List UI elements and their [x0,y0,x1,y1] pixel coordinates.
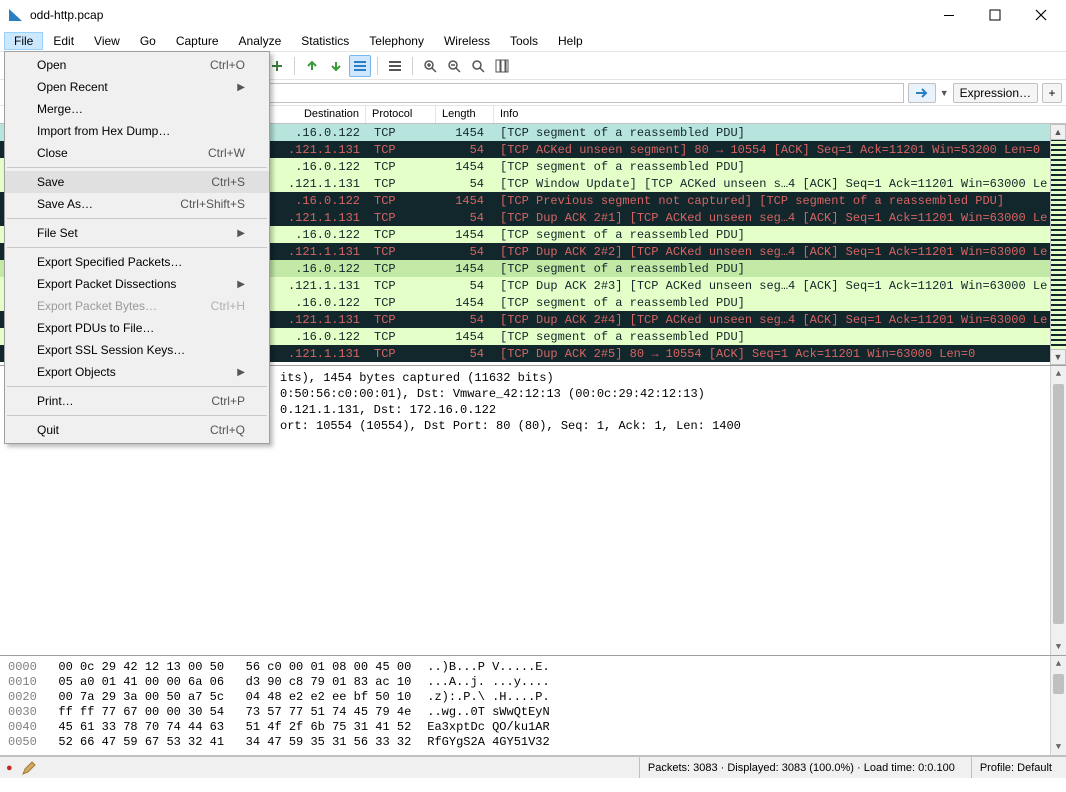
maximize-button[interactable] [972,0,1018,30]
menu-go[interactable]: Go [130,32,166,50]
toolbar-first-icon[interactable] [301,55,323,77]
status-profile[interactable]: Profile: Default [971,757,1060,778]
bytes-scrollbar[interactable]: ▲ ▼ [1050,656,1066,755]
filter-dropdown-icon[interactable]: ▼ [940,88,949,98]
menu-item-quit[interactable]: QuitCtrl+Q [5,419,269,441]
toolbar-last-icon[interactable] [325,55,347,77]
expression-label: Expression… [960,86,1031,100]
hex-line[interactable]: 0010 05 a0 01 41 00 00 6a 06 d3 90 c8 79… [8,675,1058,690]
add-filter-button[interactable]: + [1042,83,1062,103]
menu-item-export-ssl-session-keys[interactable]: Export SSL Session Keys… [5,339,269,361]
menu-separator [7,247,267,248]
menu-separator [7,218,267,219]
detail-line: its), 1454 bytes captured (11632 bits) [280,370,1058,386]
menu-item-save-as[interactable]: Save As…Ctrl+Shift+S [5,193,269,215]
col-length[interactable]: Length [436,106,494,123]
detail-line: 0:50:56:c0:00:01), Dst: Vmware_42:12:13 … [280,386,1058,402]
menu-capture[interactable]: Capture [166,32,229,50]
menu-wireless[interactable]: Wireless [434,32,500,50]
toolbar-resize-columns-icon[interactable] [491,55,513,77]
toolbar-zoom-reset-icon[interactable] [467,55,489,77]
toolbar-separator [294,57,295,75]
menu-item-export-pdus-to-file[interactable]: Export PDUs to File… [5,317,269,339]
capture-indicator-icon[interactable]: ● [6,762,13,774]
filter-apply-icon[interactable] [908,83,936,103]
menubar: File Edit View Go Capture Analyze Statis… [0,30,1066,52]
packet-bytes-pane[interactable]: 0000 00 0c 29 42 12 13 00 50 56 c0 00 01… [0,656,1066,756]
toolbar-zoom-in-icon[interactable] [419,55,441,77]
menu-item-file-set[interactable]: File Set▶ [5,222,269,244]
expression-button[interactable]: Expression… [953,83,1038,103]
menu-item-merge[interactable]: Merge… [5,98,269,120]
hex-line[interactable]: 0050 52 66 47 59 67 53 32 41 34 47 59 35… [8,735,1058,750]
hex-line[interactable]: 0020 00 7a 29 3a 00 50 a7 5c 04 48 e2 e2… [8,690,1058,705]
menu-separator [7,415,267,416]
menu-item-export-objects[interactable]: Export Objects▶ [5,361,269,383]
menu-item-save[interactable]: SaveCtrl+S [5,171,269,193]
packet-minimap[interactable] [1050,124,1066,365]
toolbar-separator [412,57,413,75]
menu-item-open-recent[interactable]: Open Recent▶ [5,76,269,98]
menu-telephony[interactable]: Telephony [359,32,434,50]
menu-item-import-from-hex-dump[interactable]: Import from Hex Dump… [5,120,269,142]
menu-item-export-packet-dissections[interactable]: Export Packet Dissections▶ [5,273,269,295]
menu-statistics[interactable]: Statistics [291,32,359,50]
menu-help[interactable]: Help [548,32,593,50]
hex-line[interactable]: 0000 00 0c 29 42 12 13 00 50 56 c0 00 01… [8,660,1058,675]
menu-separator [7,167,267,168]
detail-line: ort: 10554 (10554), Dst Port: 80 (80), S… [280,418,1058,434]
file-menu-dropdown: OpenCtrl+OOpen Recent▶Merge…Import from … [4,51,270,444]
details-scrollbar[interactable]: ▲ ▼ [1050,366,1066,655]
menu-view[interactable]: View [84,32,130,50]
hex-line[interactable]: 0040 45 61 33 78 70 74 44 63 51 4f 2f 6b… [8,720,1058,735]
hex-line[interactable]: 0030 ff ff 77 67 00 00 30 54 73 57 77 51… [8,705,1058,720]
edit-icon[interactable] [21,760,37,776]
menu-item-close[interactable]: CloseCtrl+W [5,142,269,164]
col-info[interactable]: Info [494,106,1066,123]
col-protocol[interactable]: Protocol [366,106,436,123]
status-packets: Packets: 3083 · Displayed: 3083 (100.0%)… [639,757,963,778]
toolbar-zoom-out-icon[interactable] [443,55,465,77]
menu-edit[interactable]: Edit [43,32,84,50]
toolbar-autoscroll-icon[interactable] [349,55,371,77]
toolbar-separator [377,57,378,75]
col-destination[interactable]: Destination [270,106,366,123]
menu-item-export-specified-packets[interactable]: Export Specified Packets… [5,251,269,273]
app-fin-icon [8,7,24,23]
titlebar: odd-http.pcap [0,0,1066,30]
menu-item-print[interactable]: Print…Ctrl+P [5,390,269,412]
scroll-up-icon[interactable]: ▲ [1050,124,1066,140]
detail-line: 0.121.1.131, Dst: 172.16.0.122 [280,402,1058,418]
menu-separator [7,386,267,387]
menu-file[interactable]: File [4,32,43,50]
statusbar: ● Packets: 3083 · Displayed: 3083 (100.0… [0,756,1066,778]
menu-item-open[interactable]: OpenCtrl+O [5,54,269,76]
menu-tools[interactable]: Tools [500,32,548,50]
scroll-down-icon[interactable]: ▼ [1050,349,1066,365]
menu-item-export-packet-bytes: Export Packet Bytes…Ctrl+H [5,295,269,317]
window-title: odd-http.pcap [30,8,926,22]
menu-analyze[interactable]: Analyze [229,32,292,50]
toolbar-colorize-icon[interactable] [384,55,406,77]
close-button[interactable] [1018,0,1064,30]
minimize-button[interactable] [926,0,972,30]
